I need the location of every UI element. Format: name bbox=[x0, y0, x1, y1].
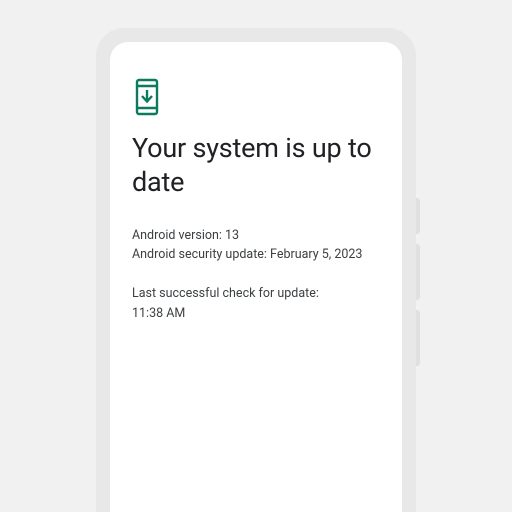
system-update-icon bbox=[132, 78, 380, 116]
screen: Your system is up to date Android versio… bbox=[110, 42, 402, 512]
android-version-text: Android version: 13 bbox=[132, 226, 380, 245]
last-check-block: Last successful check for update: 11:38 … bbox=[132, 284, 380, 323]
version-info-block: Android version: 13 Android security upd… bbox=[132, 226, 380, 265]
last-check-label: Last successful check for update: bbox=[132, 284, 380, 303]
phone-power-button bbox=[416, 198, 420, 234]
last-check-time: 11:38 AM bbox=[132, 304, 380, 323]
phone-volume-up-button bbox=[416, 244, 420, 300]
page-title: Your system is up to date bbox=[132, 132, 380, 200]
phone-volume-down-button bbox=[416, 310, 420, 366]
security-update-text: Android security update: February 5, 202… bbox=[132, 245, 380, 264]
phone-frame: Your system is up to date Android versio… bbox=[96, 28, 416, 512]
